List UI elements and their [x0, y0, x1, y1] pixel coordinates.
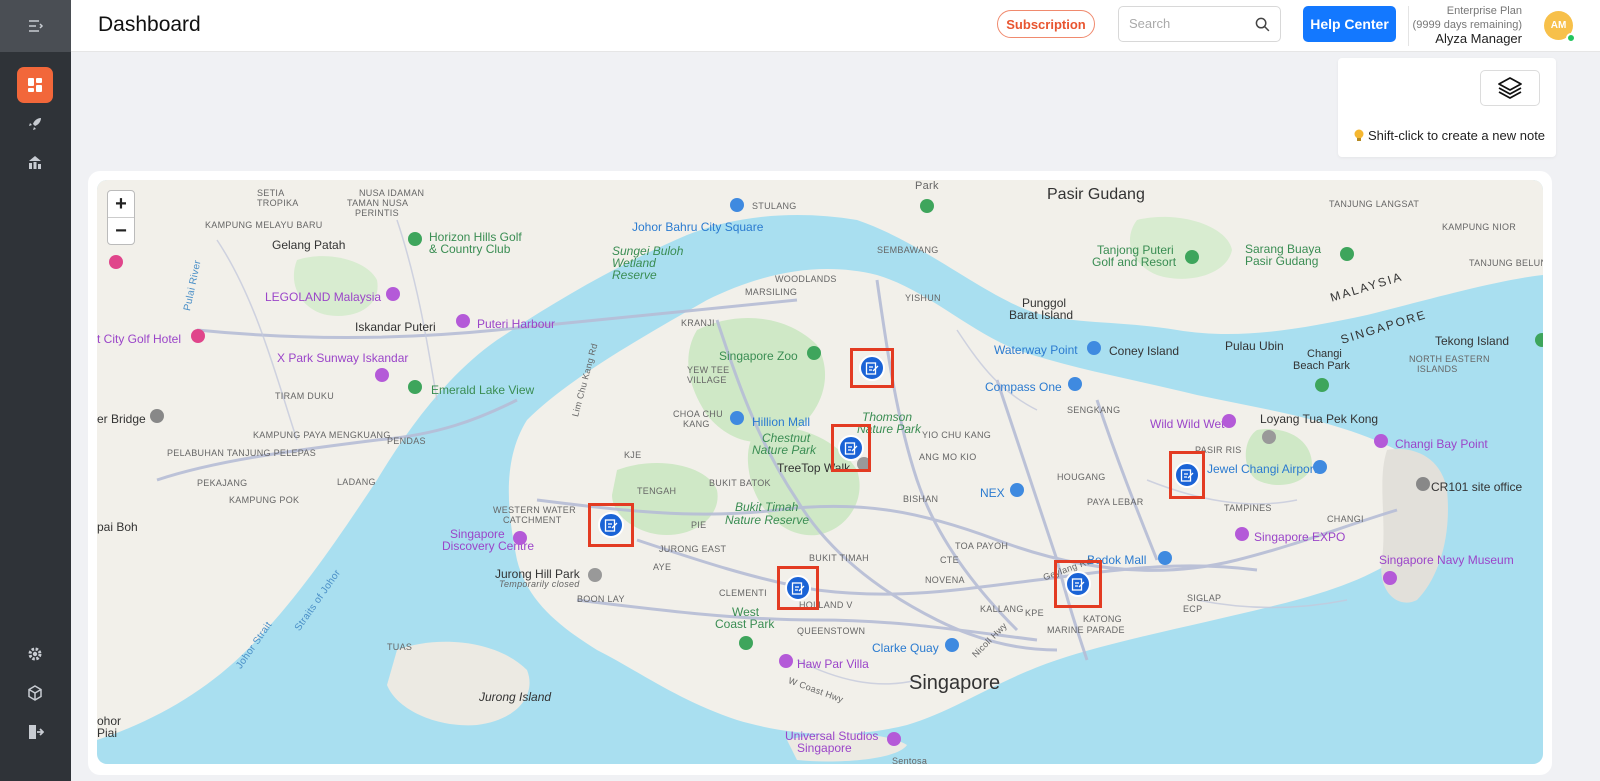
- note-icon: [791, 582, 805, 595]
- note-marker-1[interactable]: [850, 348, 894, 388]
- header-divider: [1408, 6, 1409, 46]
- page-title: Dashboard: [98, 13, 201, 36]
- sidebar-item-dashboard[interactable]: [17, 67, 53, 103]
- map[interactable]: + − Pasir Gudang Gelang Patah Horizon Hi…: [97, 180, 1543, 764]
- chart-icon: [29, 156, 41, 169]
- search-input[interactable]: [1129, 16, 1249, 31]
- poi-dot: [779, 654, 793, 668]
- sidebar-item-logout[interactable]: [17, 714, 53, 750]
- note-panel: Shift-click to create a new note: [1338, 58, 1556, 157]
- poi-dot: [887, 732, 901, 746]
- poi-dot: [1262, 430, 1276, 444]
- header: Dashboard Subscription Help Center Enter…: [71, 0, 1600, 52]
- poi-dot: [1416, 477, 1430, 491]
- note-icon: [865, 362, 879, 375]
- sidebar: [0, 0, 71, 781]
- poi-dot: [730, 411, 744, 425]
- plan-name: Enterprise Plan: [1446, 5, 1522, 17]
- rocket-icon: [29, 118, 41, 130]
- grid-icon: [28, 78, 42, 92]
- note-marker-6[interactable]: [777, 566, 819, 610]
- note-pin: [785, 575, 811, 601]
- layers-icon: [1498, 77, 1522, 99]
- collapse-menu-icon: [28, 20, 43, 32]
- logout-icon: [29, 725, 44, 739]
- sidebar-item-packages[interactable]: [17, 675, 53, 711]
- search-box[interactable]: [1118, 6, 1281, 42]
- sidebar-item-analytics[interactable]: [17, 145, 53, 181]
- poi-dot: [1087, 341, 1101, 355]
- poi-dot: [456, 314, 470, 328]
- poi-dot: [1068, 377, 1082, 391]
- note-pin: [1174, 462, 1200, 488]
- note-icon: [844, 442, 858, 455]
- layers-button[interactable]: [1480, 70, 1540, 106]
- note-marker-2[interactable]: [831, 424, 871, 472]
- poi-dot: [1374, 434, 1388, 448]
- sidebar-toggle[interactable]: [0, 0, 71, 52]
- user-name[interactable]: Alyza Manager: [1435, 31, 1522, 46]
- poi-dot: [1313, 460, 1327, 474]
- help-center-button[interactable]: Help Center: [1303, 6, 1396, 42]
- online-status-dot: [1566, 33, 1576, 43]
- note-marker-3[interactable]: [1169, 451, 1205, 499]
- note-icon: [1071, 578, 1085, 591]
- poi-dot: [730, 198, 744, 212]
- poi-dot: [1315, 378, 1329, 392]
- note-pin: [859, 355, 885, 381]
- poi-dot: [513, 531, 527, 545]
- search-icon[interactable]: [1255, 17, 1270, 32]
- poi-dot: [1222, 414, 1236, 428]
- poi-layer: [109, 198, 1543, 746]
- poi-dot: [1185, 250, 1199, 264]
- note-hint-text: Shift-click to create a new note: [1368, 128, 1546, 143]
- poi-dot: [1535, 333, 1543, 347]
- poi-dot: [408, 380, 422, 394]
- poi-dot: [375, 368, 389, 382]
- note-hint: Shift-click to create a new note: [1353, 128, 1545, 143]
- note-marker-5[interactable]: [1054, 560, 1102, 608]
- note-pin: [598, 512, 624, 538]
- note-marker-4[interactable]: [588, 503, 634, 547]
- subscription-button[interactable]: Subscription: [997, 10, 1095, 38]
- poi-dot: [1158, 551, 1172, 565]
- note-pin: [838, 435, 864, 461]
- poi-dot: [1235, 527, 1249, 541]
- poi-dot: [109, 255, 123, 269]
- poi-dot: [150, 409, 164, 423]
- cube-icon: [28, 685, 42, 701]
- poi-dot: [588, 568, 602, 582]
- lightbulb-icon: [1354, 129, 1364, 141]
- poi-dot: [1383, 571, 1397, 585]
- poi-dot: [191, 329, 205, 343]
- note-icon: [1180, 469, 1194, 482]
- note-pin: [1065, 571, 1091, 597]
- poi-dot: [1340, 247, 1354, 261]
- note-icon: [604, 519, 618, 532]
- sidebar-item-launch[interactable]: [17, 106, 53, 142]
- poi-dot: [807, 346, 821, 360]
- poi-dot: [739, 636, 753, 650]
- poi-dot: [920, 199, 934, 213]
- plan-remaining: (9999 days remaining): [1412, 19, 1522, 31]
- poi-dot: [1010, 483, 1024, 497]
- sidebar-item-settings[interactable]: [17, 636, 53, 672]
- poi-dot: [945, 638, 959, 652]
- poi-dot: [408, 232, 422, 246]
- plan-info: Enterprise Plan (9999 days remaining): [1413, 4, 1522, 32]
- poi-dot: [386, 287, 400, 301]
- gear-icon: [28, 647, 42, 661]
